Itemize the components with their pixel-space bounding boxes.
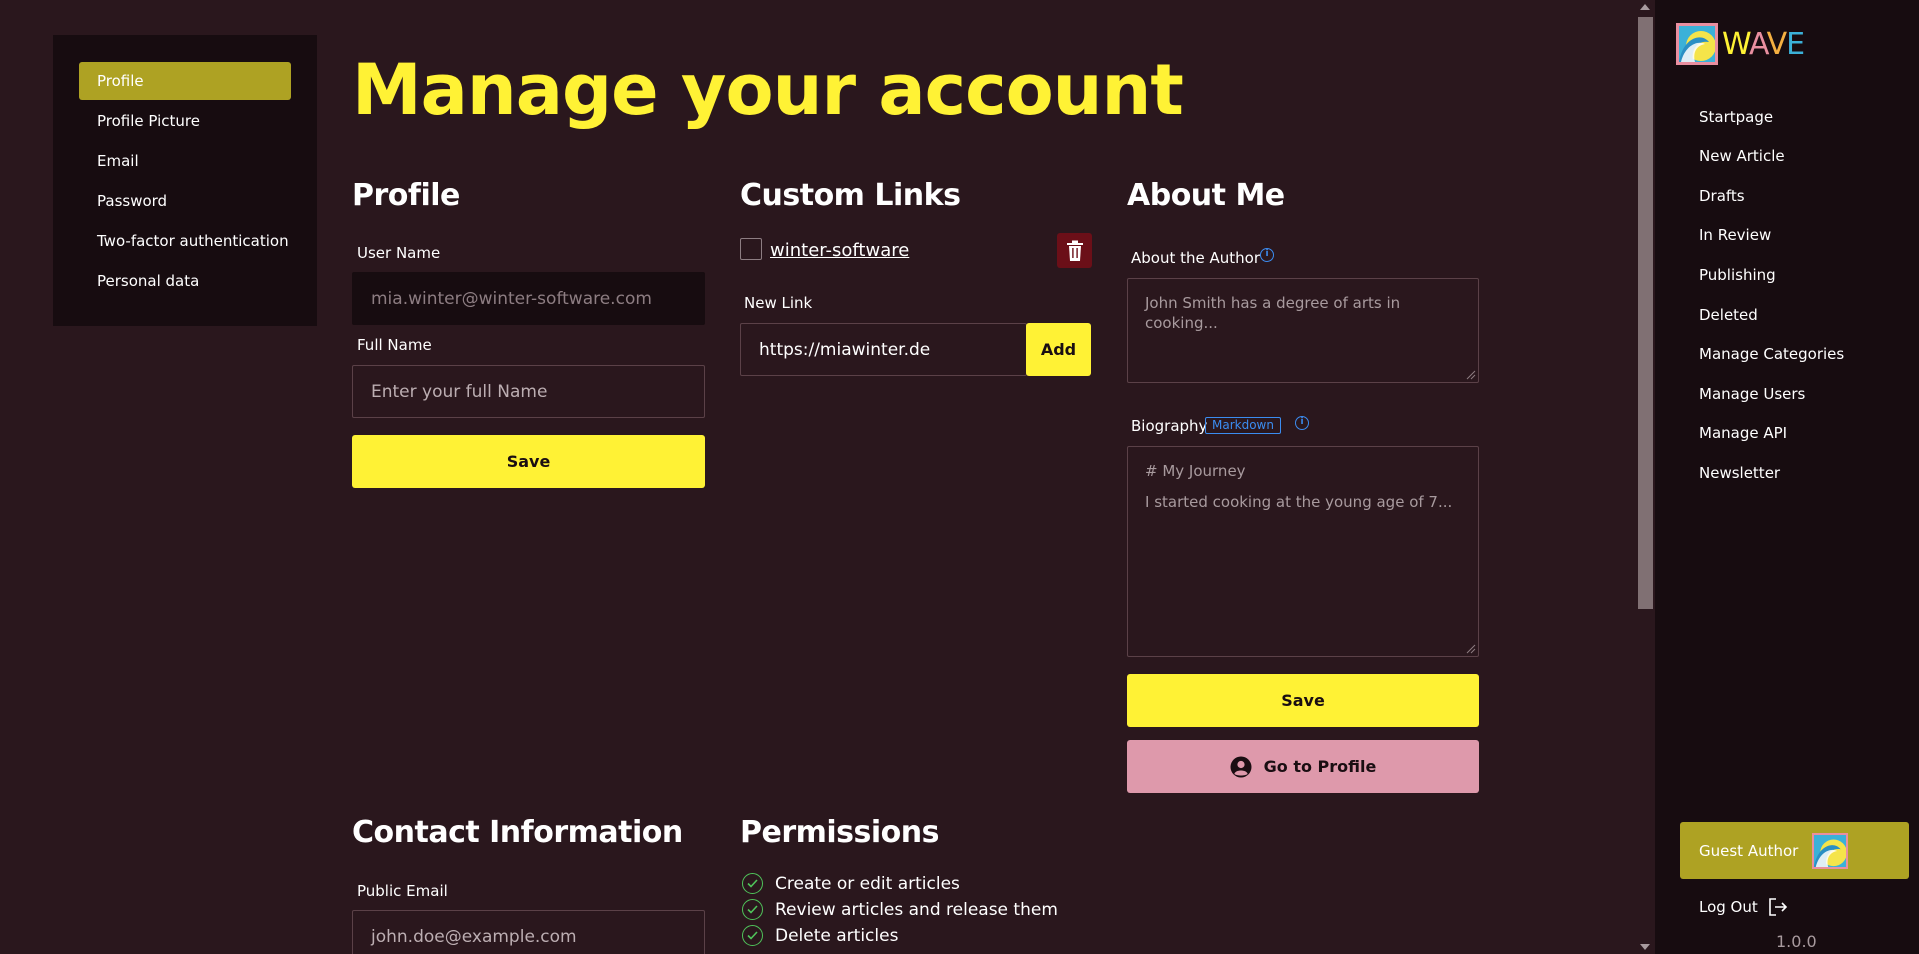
- wave-logo: [1676, 23, 1718, 65]
- logout-button[interactable]: Log Out: [1699, 898, 1788, 916]
- user-role-label: Guest Author: [1699, 841, 1799, 860]
- permissions-section-title: Permissions: [740, 815, 940, 850]
- settings-nav-item-email[interactable]: Email: [79, 142, 291, 180]
- about-save-button[interactable]: Save: [1127, 674, 1479, 727]
- public-email-label: Public Email: [357, 882, 448, 900]
- app-logo[interactable]: WAVE: [1676, 23, 1805, 65]
- sidebar-link-manage-categories[interactable]: Manage Categories: [1699, 345, 1844, 363]
- sidebar-link-deleted[interactable]: Deleted: [1699, 306, 1758, 324]
- new-link-input[interactable]: https://miawinter.de: [740, 323, 1027, 376]
- scroll-down-arrow[interactable]: [1640, 944, 1650, 950]
- permission-label: Delete articles: [775, 925, 899, 946]
- sidebar-link-new-article[interactable]: New Article: [1699, 147, 1785, 165]
- check-circle-icon: [742, 873, 763, 894]
- settings-nav-item-profile-picture[interactable]: Profile Picture: [79, 102, 291, 140]
- page-title: Manage your account: [352, 49, 1184, 131]
- check-circle-icon: [742, 925, 763, 946]
- sidebar-link-startpage[interactable]: Startpage: [1699, 108, 1773, 126]
- settings-nav-item-password[interactable]: Password: [79, 182, 291, 220]
- sidebar-link-manage-users[interactable]: Manage Users: [1699, 385, 1805, 403]
- resize-grip-icon[interactable]: [1466, 644, 1476, 654]
- app-sidebar: [1655, 0, 1919, 954]
- info-icon[interactable]: i: [1295, 416, 1309, 430]
- user-circle-icon: [1230, 756, 1252, 777]
- scrollbar-thumb[interactable]: [1638, 17, 1653, 609]
- permission-item: Review articles and release them: [742, 899, 1058, 920]
- permission-item: Create or edit articles: [742, 873, 960, 894]
- sidebar-link-in-review[interactable]: In Review: [1699, 226, 1771, 244]
- trash-icon: [1066, 240, 1083, 261]
- sidebar-link-newsletter[interactable]: Newsletter: [1699, 464, 1780, 482]
- resize-grip-icon[interactable]: [1466, 370, 1476, 380]
- markdown-badge: Markdown: [1205, 417, 1281, 434]
- username-field[interactable]: mia.winter@winter-software.com: [352, 272, 705, 325]
- about-author-textarea[interactable]: John Smith has a degree of arts in cooki…: [1127, 278, 1479, 383]
- permission-item: Delete articles: [742, 925, 898, 946]
- about-author-label: About the Author: [1131, 249, 1261, 267]
- settings-nav-item-two-factor[interactable]: Two-factor authentication: [79, 222, 291, 260]
- go-to-profile-button[interactable]: Go to Profile: [1127, 740, 1479, 793]
- about-author-placeholder: John Smith has a degree of arts in cooki…: [1145, 294, 1401, 332]
- info-icon[interactable]: i: [1260, 248, 1274, 262]
- custom-links-section-title: Custom Links: [740, 178, 961, 213]
- settings-nav-item-personal-data[interactable]: Personal data: [79, 262, 291, 300]
- user-card[interactable]: Guest Author: [1680, 822, 1909, 879]
- username-label: User Name: [357, 244, 441, 262]
- biography-textarea[interactable]: # My Journey I started cooking at the yo…: [1127, 446, 1479, 657]
- permission-label: Review articles and release them: [775, 899, 1058, 920]
- biography-label: Biography: [1131, 417, 1208, 435]
- logout-label: Log Out: [1699, 898, 1758, 916]
- settings-nav: Profile Profile Picture Email Password T…: [53, 35, 317, 326]
- profile-save-button[interactable]: Save: [352, 435, 705, 488]
- sidebar-link-drafts[interactable]: Drafts: [1699, 187, 1745, 205]
- sidebar-link-publishing[interactable]: Publishing: [1699, 266, 1776, 284]
- link-checkbox[interactable]: [740, 238, 762, 260]
- avatar: [1812, 832, 1849, 869]
- new-link-label: New Link: [744, 294, 813, 312]
- add-link-button[interactable]: Add: [1026, 323, 1091, 376]
- biography-placeholder-line2: I started cooking at the young age of 7.…: [1145, 493, 1453, 511]
- sidebar-link-manage-api[interactable]: Manage API: [1699, 424, 1787, 442]
- contact-section-title: Contact Information: [352, 815, 683, 850]
- app-version: 1.0.0: [1776, 932, 1817, 951]
- custom-link[interactable]: winter-software: [770, 240, 909, 261]
- biography-placeholder-line1: # My Journey: [1145, 462, 1246, 480]
- check-circle-icon: [742, 899, 763, 920]
- about-me-section-title: About Me: [1127, 178, 1285, 213]
- scroll-up-arrow[interactable]: [1640, 4, 1650, 10]
- public-email-input[interactable]: john.doe@example.com: [352, 910, 705, 954]
- settings-nav-item-profile[interactable]: Profile: [79, 62, 291, 100]
- logo-wordmark: WAVE: [1722, 26, 1805, 62]
- logout-icon: [1768, 898, 1787, 916]
- fullname-input[interactable]: Enter your full Name: [352, 365, 705, 418]
- go-to-profile-label: Go to Profile: [1263, 757, 1377, 776]
- fullname-label: Full Name: [357, 336, 432, 354]
- delete-link-button[interactable]: [1057, 233, 1092, 268]
- permission-label: Create or edit articles: [775, 873, 960, 894]
- profile-section-title: Profile: [352, 178, 460, 213]
